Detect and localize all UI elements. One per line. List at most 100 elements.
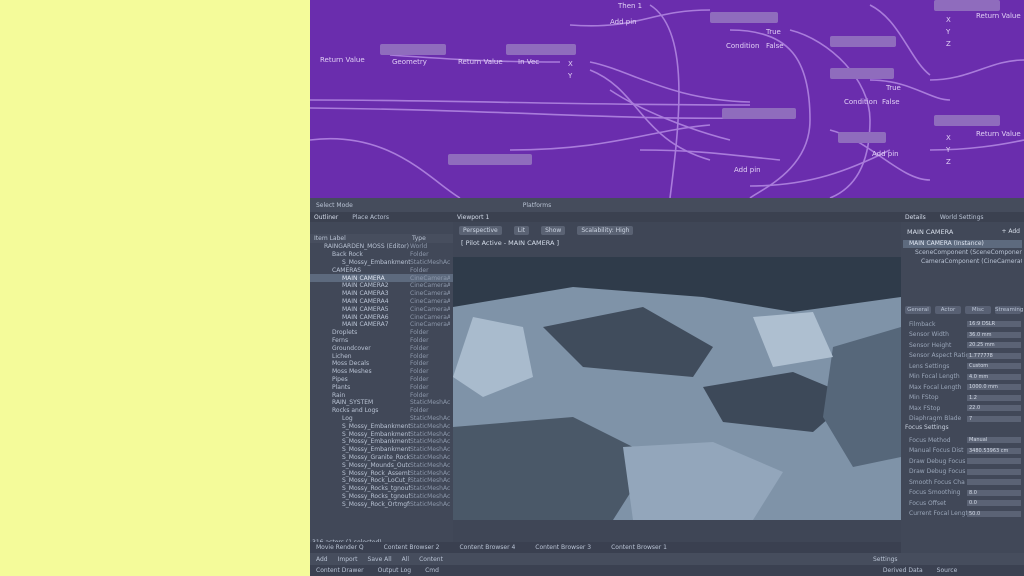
graph-node[interactable] [934,115,1000,126]
outliner-row[interactable]: Groundcover Folder [310,344,453,352]
property-value[interactable]: 36.0 mm [967,331,1021,338]
tab-outliner[interactable]: Outliner [314,214,338,221]
tab-world-settings[interactable]: World Settings [940,214,984,221]
property-value[interactable]: 22.0 [967,405,1021,411]
property-value[interactable] [967,479,1021,485]
tab-place-actors[interactable]: Place Actors [352,214,389,221]
select-mode-dropdown[interactable]: Select Mode [316,202,353,209]
property-value[interactable]: 16:9 DSLR [967,321,1021,327]
content-drawer-button[interactable]: Content Drawer [316,567,364,574]
outliner-row[interactable]: S_Mossy_Embankment_02StaticMeshAct [310,430,453,438]
outliner-row[interactable]: Rocks and Logs Folder [310,407,453,415]
graph-node[interactable] [934,0,1000,11]
tab-content-browser-4[interactable]: Content Browser 4 [459,544,515,551]
property-value[interactable]: 1000.0 mm [967,384,1021,390]
outliner-row[interactable]: MAIN CAMERA4 CineCameraAct [310,298,453,306]
show-button[interactable]: Show [541,226,566,235]
scalability-button[interactable]: Scalability: High [577,226,634,235]
tab-details[interactable]: Details [905,214,926,221]
outliner-row[interactable]: S_Mossy_Embankment_03StaticMeshAct [310,438,453,446]
graph-node[interactable] [830,36,896,47]
property-value[interactable]: 1.777778 [967,352,1021,359]
graph-node[interactable] [838,132,886,143]
property-value[interactable]: 0.0 [967,500,1021,506]
filter-actor[interactable]: Actor [935,306,961,314]
import-button[interactable]: Import [338,556,358,563]
filter-streaming[interactable]: Streaming [995,306,1023,314]
property-value[interactable]: 1.2 [967,394,1021,401]
breadcrumb-content[interactable]: Content [419,556,443,563]
property-value[interactable] [967,468,1021,475]
property-value[interactable]: 50.0 [967,510,1021,517]
settings-button[interactable]: Settings [873,556,898,563]
property-value[interactable] [967,458,1021,464]
source-control-button[interactable]: Source [937,567,958,574]
property-value[interactable]: Custom [967,363,1021,369]
tab-viewport[interactable]: Viewport 1 [457,214,489,221]
component-item[interactable]: CameraComponent (CineCameraComponent) [903,258,1022,266]
outliner-row[interactable]: MAIN CAMERA CineCameraAct [310,274,453,282]
graph-node[interactable] [448,154,532,165]
perspective-button[interactable]: Perspective [459,226,502,235]
derived-data-button[interactable]: Derived Data [883,567,923,574]
property-value[interactable]: 20.25 mm [967,342,1021,348]
outliner-row[interactable]: Droplets Folder [310,329,453,337]
outliner-row[interactable]: MAIN CAMERA7 CineCameraAct [310,321,453,329]
focus-settings-section[interactable]: Focus Settings [905,424,949,431]
component-item[interactable]: SceneComponent (SceneComponent) [903,249,1022,257]
outliner-row[interactable]: S_Mossy_Rock_Assembly StaticMeshAct [310,469,453,477]
graph-node[interactable] [506,44,576,55]
graph-node[interactable] [722,108,796,119]
outliner-row[interactable]: MAIN CAMERA3 CineCameraAct [310,290,453,298]
outliner-row[interactable]: MAIN CAMERA6 CineCameraAct [310,313,453,321]
outliner-row[interactable]: S_Mossy_Rocks_tgnoufic StaticMeshAct [310,485,453,493]
outliner-row[interactable]: S_Mossy_Rock_LoCut_RockStaticMeshAct [310,477,453,485]
outliner-row[interactable]: MAIN CAMERA5 CineCameraAct [310,305,453,313]
outliner-row[interactable]: Moss Meshes Folder [310,368,453,376]
filter-misc[interactable]: Misc [965,306,991,314]
graph-node[interactable] [710,12,778,23]
tab-content-browser-1[interactable]: Content Browser 1 [611,544,667,551]
outliner-row[interactable]: S_Mossy_Granite_Rocks StaticMeshAct [310,454,453,462]
outliner-row[interactable]: S_Mossy_Mounds_OutcropStaticMeshAct [310,461,453,469]
outliner-row[interactable]: Lichen Folder [310,352,453,360]
tab-content-browser-2[interactable]: Content Browser 2 [384,544,440,551]
blueprint-graph[interactable]: Then 1 Add pin Return Value Geometry Ret… [310,0,1024,198]
tab-content-browser-3[interactable]: Content Browser 3 [535,544,591,551]
property-value[interactable]: 4.0 mm [967,373,1021,380]
tab-movie-render[interactable]: Movie Render Q [316,544,364,551]
outliner-row[interactable]: Ferns Folder [310,337,453,345]
platforms-dropdown[interactable]: Platforms [523,202,551,209]
lit-button[interactable]: Lit [513,226,530,235]
outliner-row[interactable]: Rain Folder [310,391,453,399]
save-all-button[interactable]: Save All [368,556,392,563]
viewport-scene[interactable] [453,257,901,520]
outliner-row[interactable]: MAIN CAMERA2 CineCameraAct [310,282,453,290]
col-item-label[interactable]: Item Label [314,235,412,242]
outliner-row[interactable]: Back Rock Folder [310,251,453,259]
outliner-row[interactable]: S_Mossy_Embankment_01StaticMeshAct [310,422,453,430]
filter-general[interactable]: General [905,306,931,314]
output-log-button[interactable]: Output Log [378,567,411,574]
cmd-input[interactable]: Cmd [425,567,439,574]
property-value[interactable]: 7 [967,415,1021,422]
outliner-row[interactable]: RAIN_SYSTEM StaticMeshAct [310,399,453,407]
outliner-row[interactable]: RAINGARDEN_MOSS (Editor) World [310,243,453,251]
property-value[interactable]: 8.0 [967,489,1021,496]
col-type[interactable]: Type [412,235,426,242]
add-component-button[interactable]: + Add [1001,228,1020,235]
outliner-row[interactable]: Log StaticMeshAct [310,415,453,423]
graph-node[interactable] [830,68,894,79]
outliner-row[interactable]: S_Mossy_Embankment_04StaticMeshAct [310,446,453,454]
component-item[interactable]: MAIN CAMERA (Instance) [903,240,1022,248]
outliner-row[interactable]: S_Mossy_Rocks_tgnoufic StaticMeshAct [310,493,453,501]
property-value[interactable]: 3480.53963 cm [967,447,1021,454]
graph-node[interactable] [380,44,446,55]
add-button[interactable]: Add [316,556,328,563]
outliner-row[interactable]: Plants Folder [310,383,453,391]
outliner-row[interactable]: Pipes Folder [310,376,453,384]
outliner-row[interactable]: CAMERAS Folder [310,266,453,274]
property-value[interactable]: Manual [967,437,1021,443]
outliner-row[interactable]: Moss Decals Folder [310,360,453,368]
outliner-row[interactable]: S_Mossy_Embankment_CoastalStaticMeshAct [310,259,453,267]
